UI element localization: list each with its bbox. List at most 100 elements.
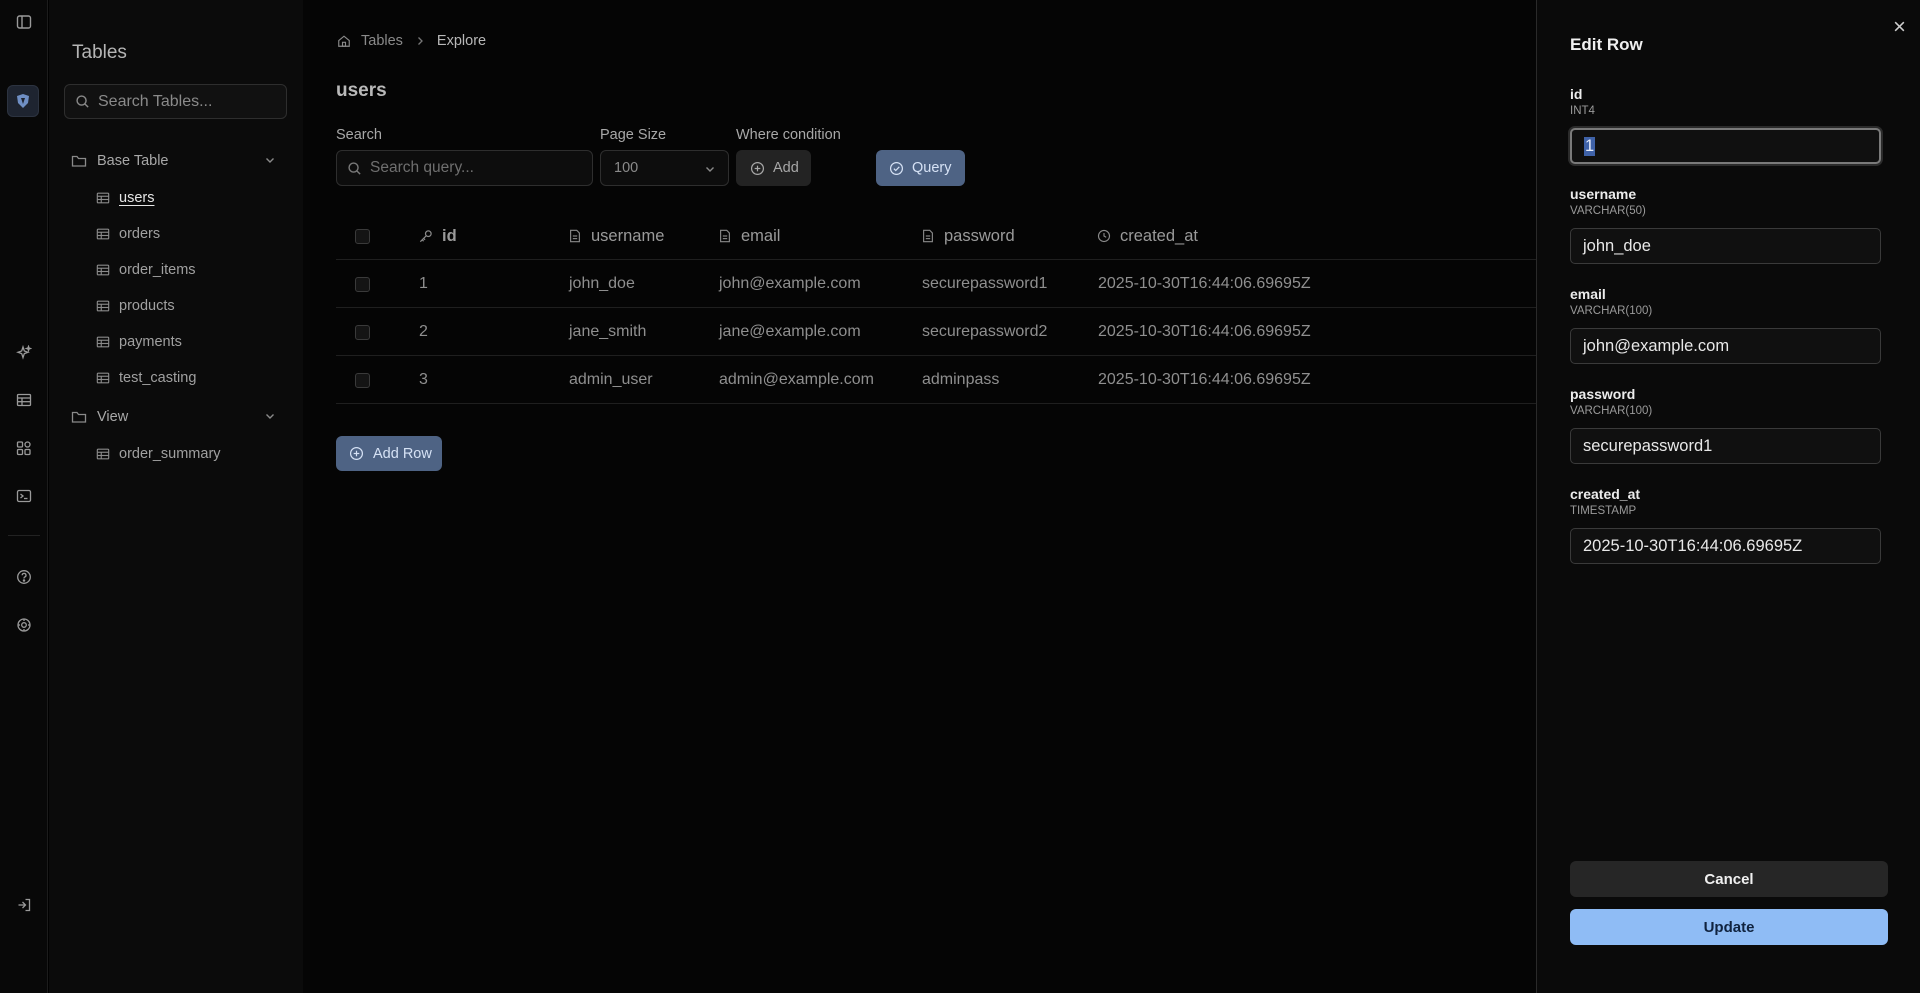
app-logo[interactable] [7,85,39,117]
clock-icon [1097,229,1111,243]
username-field-value: john_doe [1583,236,1651,255]
search-icon [347,161,362,176]
table-item-payments[interactable]: payments [96,331,182,353]
field-type-email: VARCHAR(100) [1570,305,1653,317]
table-header: id username email password created_at [336,212,1536,260]
table-icon [96,371,110,385]
row-checkbox[interactable] [355,308,370,356]
table-item-users[interactable]: users [96,187,154,209]
created-at-field-value: 2025-10-30T16:44:06.69695Z [1583,536,1803,555]
plus-circle-icon [349,446,364,461]
search-icon [75,94,90,109]
created-at-field[interactable]: 2025-10-30T16:44:06.69695Z [1570,528,1881,564]
column-header-label: id [442,226,457,245]
table-item-label: order_items [119,262,196,278]
logout-icon[interactable] [12,893,36,917]
cell-id: 2 [419,323,428,340]
table-item-label: products [119,298,175,314]
table-item-products[interactable]: products [96,295,175,317]
table-row[interactable]: 3 admin_user admin@example.com adminpass… [336,356,1536,404]
cell-password: securepassword2 [922,323,1048,340]
cell-password: adminpass [922,371,1000,388]
cell-created-at: 2025-10-30T16:44:06.69695Z [1098,371,1311,388]
field-label-id: id [1570,86,1583,102]
field-type-username: VARCHAR(50) [1570,205,1646,217]
column-header-password[interactable]: password [921,212,1015,260]
folder-label: View [97,409,129,425]
chevron-down-icon[interactable] [264,154,276,166]
cell-username: jane_smith [569,323,647,340]
page-size-label: Page Size [600,127,667,143]
username-field[interactable]: john_doe [1570,228,1881,264]
query-button[interactable]: Query [876,150,965,186]
page-size-value: 100 [614,160,639,176]
file-text-icon [718,229,732,243]
field-type-password: VARCHAR(100) [1570,405,1653,417]
column-header-email[interactable]: email [718,212,780,260]
password-field[interactable]: securepassword1 [1570,428,1881,464]
cell-username: john_doe [569,275,635,292]
search-tables-placeholder: Search Tables... [98,92,213,110]
rail-divider [8,535,40,536]
table-item-order-summary[interactable]: order_summary [96,443,221,465]
sparkles-icon[interactable] [12,341,36,365]
row-checkbox[interactable] [355,260,370,308]
cell-created-at: 2025-10-30T16:44:06.69695Z [1098,275,1311,292]
shapes-icon[interactable] [12,436,36,460]
table-item-label: users [119,190,155,206]
table-icon[interactable] [12,388,36,412]
table-item-label: orders [119,226,161,242]
select-all-checkbox[interactable] [355,212,370,260]
table-item-test-casting[interactable]: test_casting [96,367,196,389]
folder-view[interactable]: View [71,406,286,428]
check-circle-icon [889,161,904,176]
field-label-created-at: created_at [1570,486,1641,502]
update-button[interactable]: Update [1570,909,1888,945]
chevron-down-icon[interactable] [264,410,276,422]
terminal-icon[interactable] [12,484,36,508]
page-title: users [336,80,387,101]
home-icon[interactable] [337,34,351,48]
row-checkbox[interactable] [355,356,370,404]
id-field[interactable]: 1 [1570,128,1881,164]
folder-base-table[interactable]: Base Table [71,150,286,172]
table-icon [96,227,110,241]
breadcrumb-tables[interactable]: Tables [361,33,403,49]
email-field[interactable]: john@example.com [1570,328,1881,364]
close-icon[interactable] [1889,16,1909,36]
cell-created-at: 2025-10-30T16:44:06.69695Z [1098,323,1311,340]
column-header-label: password [944,226,1015,245]
column-header-id[interactable]: id [418,212,457,260]
table-icon [96,191,110,205]
table-row[interactable]: 1 john_doe john@example.com securepasswo… [336,260,1536,308]
cell-id: 1 [419,275,428,292]
field-type-id: INT4 [1570,105,1595,117]
help-icon[interactable] [12,565,36,589]
cell-password: securepassword1 [922,275,1048,292]
search-tables-input[interactable]: Search Tables... [64,84,287,119]
search-query-input[interactable]: Search query... [336,150,593,186]
page-size-select[interactable]: 100 [600,150,729,186]
table-row[interactable]: 2 jane_smith jane@example.com securepass… [336,308,1536,356]
cell-email: john@example.com [719,275,861,292]
table-item-orders[interactable]: orders [96,223,160,245]
column-header-created-at[interactable]: created_at [1097,212,1198,260]
column-header-username[interactable]: username [568,212,664,260]
table-icon [96,447,110,461]
id-field-value: 1 [1584,136,1596,156]
table-item-order-items[interactable]: order_items [96,259,196,281]
sidebar-toggle-icon[interactable] [12,10,36,34]
main-content: Tables Explore users Search Page Size Wh… [303,0,1536,993]
plus-circle-icon [750,161,765,176]
query-label: Query [912,160,952,176]
sidebar-title: Tables [72,42,127,63]
where-condition-label: Where condition [736,127,841,143]
settings-icon[interactable] [12,613,36,637]
column-header-label: created_at [1120,226,1198,245]
cell-email: jane@example.com [719,323,861,340]
cancel-button[interactable]: Cancel [1570,861,1888,897]
add-row-button[interactable]: Add Row [336,436,442,471]
search-label: Search [336,127,382,143]
cell-id: 3 [419,371,428,388]
add-condition-button[interactable]: Add [736,150,811,186]
